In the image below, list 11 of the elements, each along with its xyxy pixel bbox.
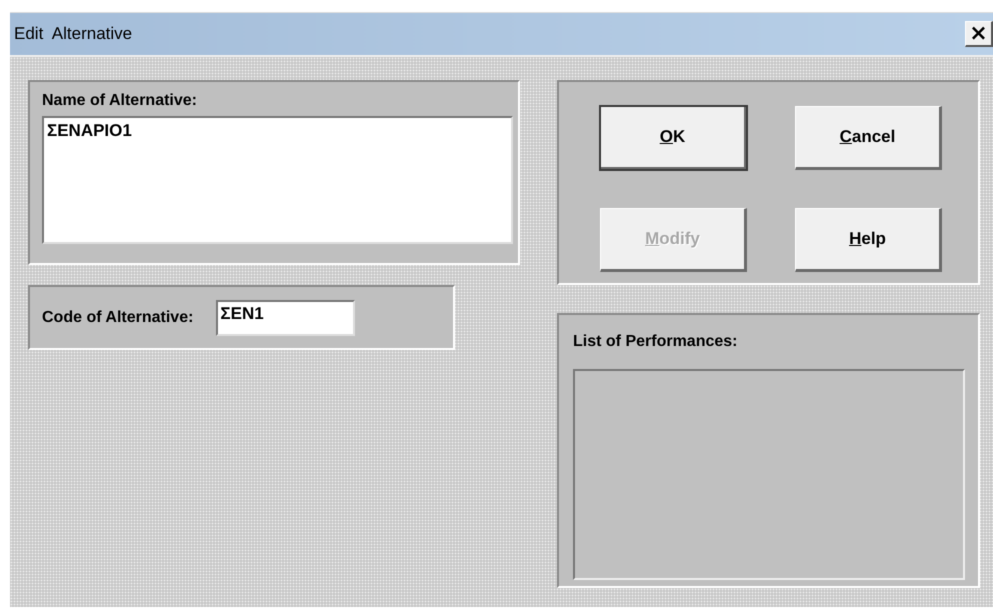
close-button[interactable]: × bbox=[965, 21, 993, 47]
dialog-button[interactable]: OK bbox=[600, 106, 747, 170]
dialog-button[interactable]: Cancel bbox=[795, 106, 942, 170]
name-field[interactable]: ΣΕΝΑΡΙΟ1 bbox=[42, 116, 513, 244]
performances-list[interactable] bbox=[573, 369, 965, 580]
dialog-button[interactable]: Help bbox=[795, 208, 942, 272]
code-field[interactable]: ΣΕΝ1 bbox=[216, 300, 356, 336]
window-title: Edit Alternative bbox=[14, 24, 132, 44]
code-label: Code of Alternative: bbox=[42, 308, 194, 326]
performances-label: List of Performances: bbox=[573, 333, 738, 350]
name-label: Name of Alternative: bbox=[42, 92, 197, 109]
